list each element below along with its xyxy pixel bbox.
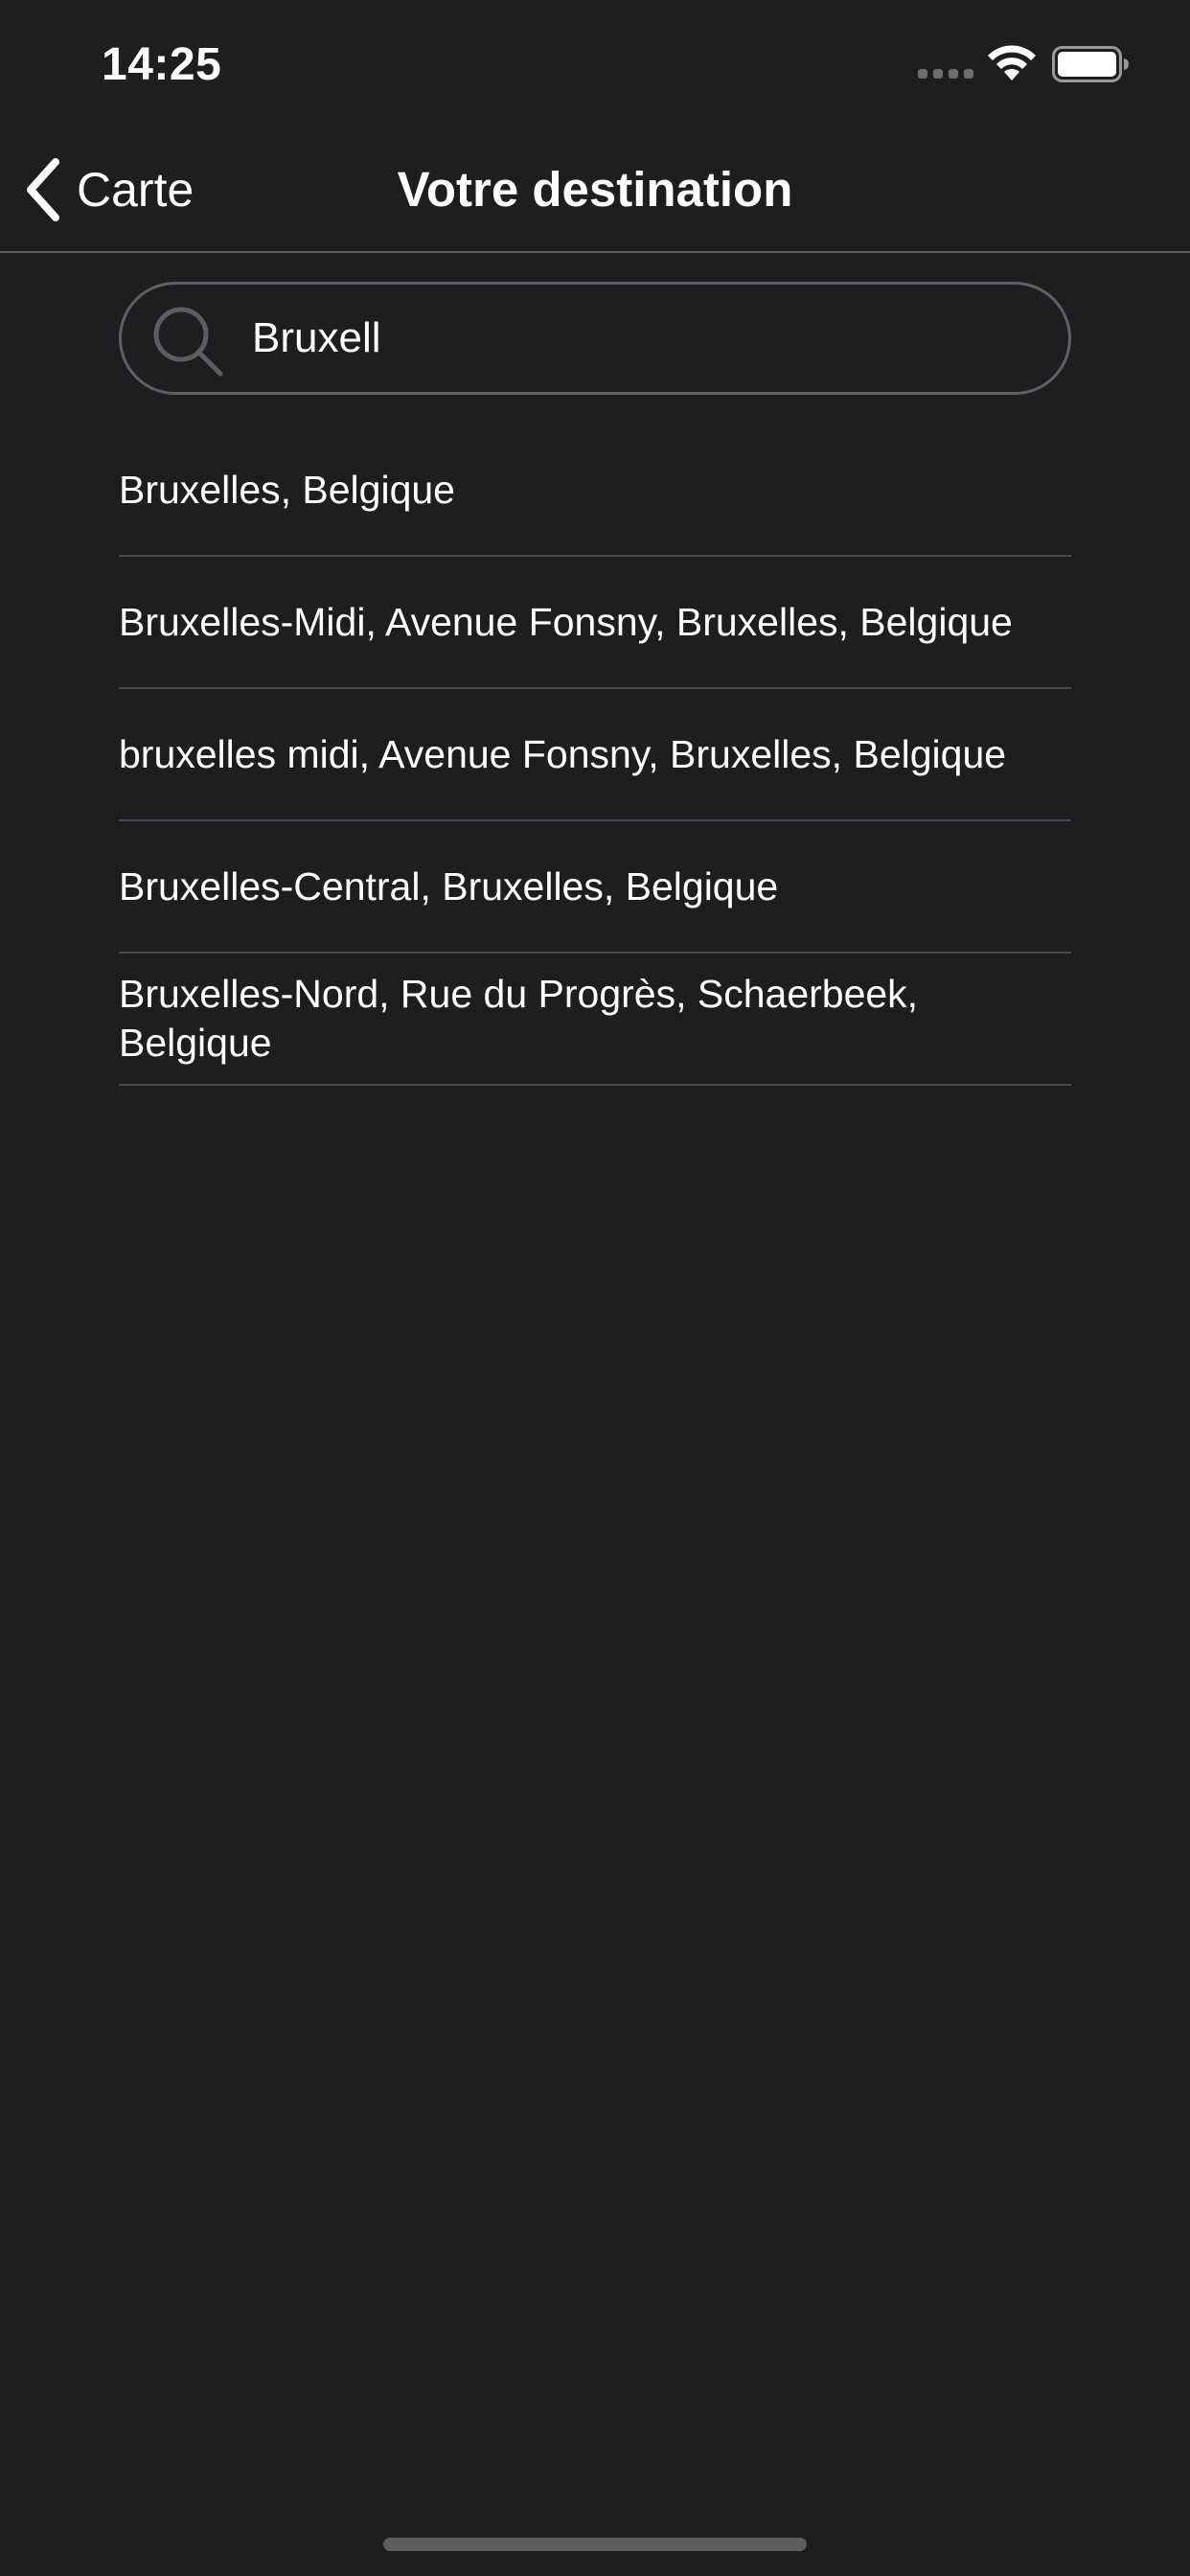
status-bar: 14:25 bbox=[0, 0, 1190, 126]
list-item[interactable]: bruxelles midi, Avenue Fonsny, Bruxelles… bbox=[119, 689, 1071, 821]
list-item-label: Bruxelles-Midi, Avenue Fonsny, Bruxelles… bbox=[119, 599, 1013, 644]
results-list: Bruxelles, Belgique Bruxelles-Midi, Aven… bbox=[119, 425, 1071, 1086]
battery-icon bbox=[1052, 46, 1129, 82]
list-item-label: Bruxelles, Belgique bbox=[119, 467, 455, 512]
list-item-label: Bruxelles-Central, Bruxelles, Belgique bbox=[119, 863, 779, 908]
search-icon bbox=[153, 307, 223, 377]
wifi-icon bbox=[988, 45, 1036, 80]
list-item[interactable]: Bruxelles-Nord, Rue du Progrès, Schaerbe… bbox=[119, 954, 1071, 1086]
search-field[interactable] bbox=[119, 282, 1071, 395]
navigation-bar: Carte Votre destination bbox=[0, 126, 1190, 253]
home-indicator[interactable] bbox=[383, 2538, 807, 2551]
signal-icon bbox=[918, 69, 973, 79]
list-item-label: bruxelles midi, Avenue Fonsny, Bruxelles… bbox=[119, 731, 1007, 776]
status-time: 14:25 bbox=[102, 39, 222, 90]
list-item-label: Bruxelles-Nord, Rue du Progrès, Schaerbe… bbox=[119, 972, 919, 1065]
list-item[interactable]: Bruxelles-Midi, Avenue Fonsny, Bruxelles… bbox=[119, 557, 1071, 689]
page-title: Votre destination bbox=[397, 162, 793, 217]
list-item[interactable]: Bruxelles-Central, Bruxelles, Belgique bbox=[119, 821, 1071, 954]
search-input[interactable] bbox=[252, 302, 1038, 375]
list-item[interactable]: Bruxelles, Belgique bbox=[119, 425, 1071, 557]
